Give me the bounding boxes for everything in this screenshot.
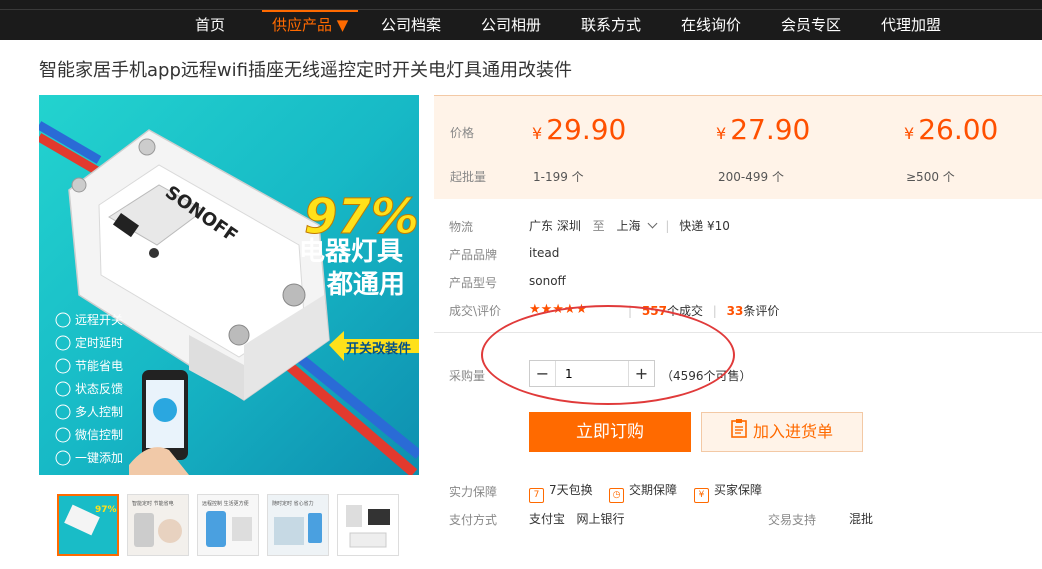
- trade-stats: | 557个成交 | 33条评价: [628, 304, 780, 318]
- svg-text:97%: 97%: [95, 505, 117, 515]
- tier-1-range: 1-199 个: [533, 170, 584, 184]
- top-nav: 首页 供应产品 ▼ 公司档案 公司相册 联系方式 在线询价 会员专区 代理加盟: [0, 0, 1042, 40]
- nav-company-album[interactable]: 公司相册: [481, 14, 541, 40]
- thumbnail-1[interactable]: 97%: [57, 494, 119, 556]
- tier-1-price: ¥29.90: [532, 113, 627, 146]
- origin: 广东 深圳: [529, 219, 581, 233]
- thumbnail-3[interactable]: 远程控制 生活更方便: [197, 494, 259, 556]
- add-to-cart-button[interactable]: 加入进货单: [701, 412, 863, 452]
- delivery-icon: ◷: [609, 488, 624, 503]
- quantity-label: 采购量: [449, 369, 486, 383]
- trade-review-label: 成交\评价: [449, 304, 502, 318]
- svg-text:开关改装件: 开关改装件: [346, 341, 411, 357]
- model-value: sonoff: [529, 274, 566, 288]
- nav-home[interactable]: 首页: [195, 14, 225, 40]
- headline-line1: 电器灯具: [299, 237, 403, 267]
- stock-available: （4596个可售）: [661, 369, 752, 383]
- guarantee-delivery[interactable]: ◷ 交期保障: [609, 481, 677, 503]
- logistics-label: 物流: [449, 220, 474, 234]
- svg-text:定时延时: 定时延时: [75, 335, 123, 350]
- destination-select[interactable]: 上海: [617, 219, 641, 233]
- nav-inquiry[interactable]: 在线询价: [681, 14, 741, 40]
- model-label: 产品型号: [449, 276, 498, 290]
- nav-divider: [0, 9, 1042, 10]
- thumbnail-2[interactable]: 智能定时 节能省电: [127, 494, 189, 556]
- nav-contact[interactable]: 联系方式: [581, 14, 641, 40]
- svg-text:状态反馈: 状态反馈: [75, 382, 123, 396]
- reviews-count[interactable]: 33: [727, 304, 744, 318]
- brand-label: 产品品牌: [449, 248, 498, 262]
- svg-text:远程开关: 远程开关: [75, 312, 123, 327]
- svg-text:微信控制: 微信控制: [75, 428, 123, 442]
- svg-text:多人控制: 多人控制: [75, 405, 123, 419]
- trade-support-value: 混批: [849, 512, 874, 526]
- svg-text:智能定时 节能省电: 智能定时 节能省电: [132, 500, 174, 507]
- plus-icon[interactable]: +: [628, 361, 654, 386]
- annotation-ellipse: [481, 305, 735, 405]
- guarantee-label: 实力保障: [449, 485, 498, 499]
- svg-text:一键添加: 一键添加: [75, 451, 123, 465]
- shipping-method: 快递 ¥10: [679, 219, 730, 233]
- brand-value: itead: [529, 246, 560, 260]
- section-divider: [434, 332, 1042, 333]
- svg-text:远程控制 生活更方便: 远程控制 生活更方便: [202, 500, 249, 507]
- price-panel: 价格 起批量 ¥29.90 1-199 个 ¥27.90 200-499 个 ¥…: [434, 95, 1042, 199]
- tier-3-range: ≥500 个: [906, 170, 955, 184]
- guarantee-7day[interactable]: 7 7天包换: [529, 481, 593, 503]
- thumbnail-5[interactable]: [337, 494, 399, 556]
- minus-icon[interactable]: −: [530, 361, 556, 386]
- clipboard-icon: [731, 414, 747, 452]
- tier-3-price: ¥26.00: [904, 113, 999, 146]
- logistics-route: 广东 深圳 至 上海 | 快递 ¥10: [529, 218, 730, 233]
- svg-text:节能省电: 节能省电: [75, 359, 123, 373]
- thumbnail-4[interactable]: 随时定时 省心省力: [267, 494, 329, 556]
- trade-support-label: 交易支持: [768, 513, 817, 527]
- nav-agency[interactable]: 代理加盟: [881, 14, 941, 40]
- product-main-image[interactable]: SONOFF 97% 电器灯具 都通用 开关改装件 远程开关 定时延时 节能省电…: [39, 95, 419, 475]
- guarantee-buyer[interactable]: ¥ 买家保障: [694, 481, 762, 503]
- product-title: 智能家居手机app远程wifi插座无线遥控定时开关电灯具通用改装件: [39, 60, 572, 81]
- quantity-stepper: − +: [529, 360, 655, 387]
- quantity-input[interactable]: [557, 361, 627, 386]
- moq-label: 起批量: [450, 170, 487, 184]
- rating-stars: ★★★★★: [529, 302, 588, 317]
- headline-line2: 都通用: [326, 270, 405, 300]
- payment-methods: 支付宝 网上银行: [529, 512, 625, 526]
- deals-count[interactable]: 557: [642, 304, 667, 318]
- svg-text:随时定时 省心省力: 随时定时 省心省力: [272, 500, 314, 507]
- tier-2-price: ¥27.90: [716, 113, 811, 146]
- payment-label: 支付方式: [449, 513, 498, 527]
- nav-company-profile[interactable]: 公司档案: [381, 14, 441, 40]
- nav-members[interactable]: 会员专区: [781, 14, 841, 40]
- buy-now-button[interactable]: 立即订购: [529, 412, 691, 452]
- seven-day-icon: 7: [529, 488, 544, 503]
- price-label: 价格: [450, 126, 475, 140]
- shield-icon: ¥: [694, 488, 709, 503]
- tier-2-range: 200-499 个: [718, 170, 784, 184]
- chevron-down-icon[interactable]: [647, 218, 657, 229]
- nav-products[interactable]: 供应产品 ▼: [262, 10, 359, 36]
